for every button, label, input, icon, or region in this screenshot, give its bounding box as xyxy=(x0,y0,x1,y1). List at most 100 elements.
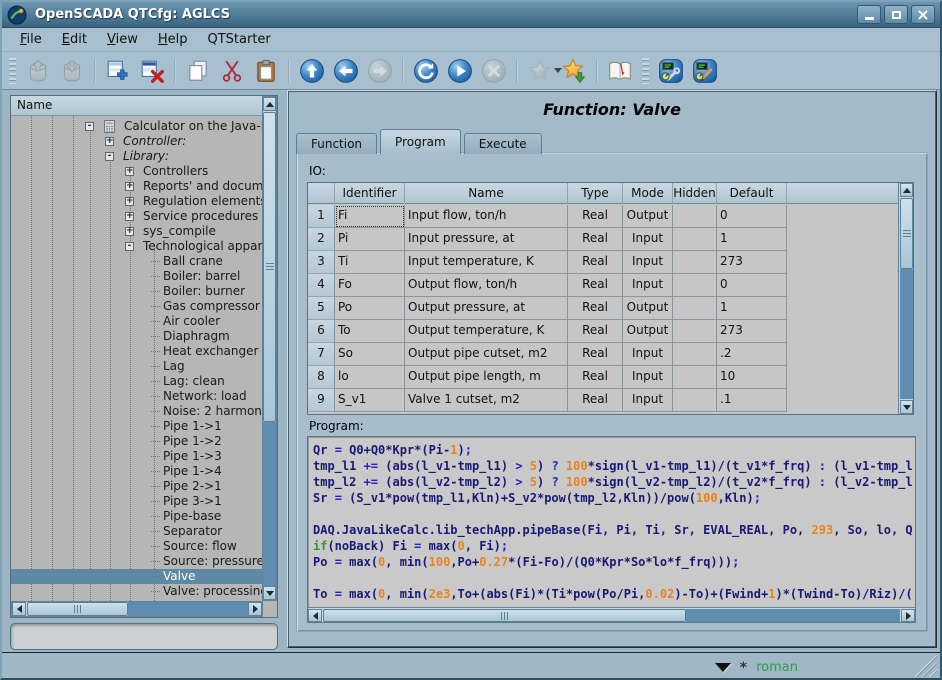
refresh-button[interactable] xyxy=(411,56,441,86)
program-horizontal-scrollbar[interactable] xyxy=(308,607,915,622)
cell-type[interactable]: Real xyxy=(568,366,623,389)
tree-item-pipe-2-1[interactable]: Pipe 2->1 xyxy=(11,479,262,494)
tree-item-controller[interactable]: +Controller: xyxy=(11,134,262,149)
tray-arrow-icon[interactable] xyxy=(715,663,731,672)
cell-default[interactable]: 273 xyxy=(717,251,787,274)
io-row-fi[interactable]: 1FiInput flow, ton/hRealOutput0 xyxy=(308,205,898,228)
close-button[interactable]: × xyxy=(911,5,935,24)
table-vertical-scrollbar[interactable] xyxy=(898,183,913,414)
expand-icon[interactable]: + xyxy=(105,137,114,146)
io-row-po[interactable]: 5PoOutput pressure, atRealOutput1 xyxy=(308,297,898,320)
tree-item-pipe-base[interactable]: Pipe-base xyxy=(11,509,262,524)
tree-item-technological-apparatus[interactable]: -Technological apparatus xyxy=(11,239,262,254)
cell-mode[interactable]: Input xyxy=(623,343,673,366)
cell-hidden[interactable] xyxy=(673,320,717,343)
tab-program[interactable]: Program xyxy=(380,129,461,154)
add-item-button[interactable] xyxy=(103,56,133,86)
io-table[interactable]: IdentifierNameTypeModeHiddenDefault 1FiI… xyxy=(307,182,914,415)
cell-hidden[interactable] xyxy=(673,366,717,389)
io-row-to[interactable]: 6ToOutput temperature, KRealOutput273 xyxy=(308,320,898,343)
cell-identifier[interactable]: Po xyxy=(335,297,405,320)
cell-mode[interactable]: Output xyxy=(623,297,673,320)
cell-mode[interactable]: Input xyxy=(623,251,673,274)
go-up-button[interactable] xyxy=(297,56,327,86)
io-row-fo[interactable]: 4FoOutput flow, ton/hRealInput0 xyxy=(308,274,898,297)
menu-item-edit[interactable]: Edit xyxy=(52,30,97,49)
expand-icon[interactable]: + xyxy=(125,182,134,191)
tab-function[interactable]: Function xyxy=(296,133,377,154)
cell-mode[interactable]: Input xyxy=(623,274,673,297)
tree-item-lag-clean[interactable]: Lag: clean xyxy=(11,374,262,389)
tree-item-reports-and-documents[interactable]: +Reports' and documents xyxy=(11,179,262,194)
cell-name[interactable]: Valve 1 cutset, m2 xyxy=(405,389,568,412)
io-row-s_v1[interactable]: 9S_v1Valve 1 cutset, m2RealInput.1 xyxy=(308,389,898,412)
menu-item-help[interactable]: Help xyxy=(148,30,198,49)
tab-execute[interactable]: Execute xyxy=(464,133,542,154)
tree-item-library[interactable]: -Library: xyxy=(11,149,262,164)
menu-item-file[interactable]: File xyxy=(10,30,52,49)
manual-button[interactable] xyxy=(605,56,635,86)
cell-hidden[interactable] xyxy=(673,274,717,297)
tree-horizontal-scrollbar[interactable] xyxy=(11,601,263,617)
cell-hidden[interactable] xyxy=(673,297,717,320)
scroll-left-button[interactable] xyxy=(308,609,322,622)
tree-item-regulation-elements[interactable]: +Regulation elements xyxy=(11,194,262,209)
collapse-icon[interactable]: - xyxy=(85,122,94,131)
tree-item-pipe-1-3[interactable]: Pipe 1->3 xyxy=(11,449,262,464)
cell-identifier[interactable]: S_v1 xyxy=(335,389,405,412)
cell-name[interactable]: Input pressure, at xyxy=(405,228,568,251)
tree-item-noise-2-harmonics[interactable]: Noise: 2 harmonics xyxy=(11,404,262,419)
cell-default[interactable]: 1 xyxy=(717,297,787,320)
collapse-icon[interactable]: - xyxy=(105,152,114,161)
cell-type[interactable]: Real xyxy=(568,297,623,320)
cell-hidden[interactable] xyxy=(673,205,717,228)
tree-item-valve[interactable]: Valve xyxy=(11,569,262,584)
tree-item-boiler-barrel[interactable]: Boiler: barrel xyxy=(11,269,262,284)
tree-item-pipe-1-4[interactable]: Pipe 1->4 xyxy=(11,464,262,479)
cell-name[interactable]: Output pipe length, m xyxy=(405,366,568,389)
cell-type[interactable]: Real xyxy=(568,251,623,274)
column-header-hidden[interactable]: Hidden xyxy=(673,183,717,204)
cell-identifier[interactable]: So xyxy=(335,343,405,366)
cell-name[interactable]: Input temperature, K xyxy=(405,251,568,274)
scroll-right-button[interactable] xyxy=(901,609,915,622)
tree-item-diaphragm[interactable]: Diaphragm xyxy=(11,329,262,344)
copy-item-button[interactable] xyxy=(183,56,213,86)
io-row-pi[interactable]: 2PiInput pressure, atRealInput1 xyxy=(308,228,898,251)
scroll-track[interactable] xyxy=(128,602,248,616)
toolbar-grip[interactable] xyxy=(9,58,16,84)
paste-item-button[interactable] xyxy=(251,56,281,86)
cell-name[interactable]: Output flow, ton/h xyxy=(405,274,568,297)
cell-type[interactable]: Real xyxy=(568,274,623,297)
scroll-thumb[interactable] xyxy=(323,609,686,622)
cell-type[interactable]: Real xyxy=(568,320,623,343)
scroll-up-button[interactable] xyxy=(900,183,913,197)
cell-type[interactable]: Real xyxy=(568,205,623,228)
scroll-down-button[interactable] xyxy=(263,586,276,600)
tree-item-source-pressure[interactable]: Source: pressure xyxy=(11,554,262,569)
current-user[interactable]: roman xyxy=(756,660,798,675)
menu-item-view[interactable]: View xyxy=(97,30,148,49)
program-editor[interactable]: Qr = Q0+Q0*Kpr*(Pi-1);tmp_l1 += (abs(l_v… xyxy=(307,436,916,623)
cell-mode[interactable]: Input xyxy=(623,389,673,412)
delete-item-button[interactable] xyxy=(137,56,167,86)
cell-default[interactable]: 0 xyxy=(717,274,787,297)
add-favorite-button[interactable] xyxy=(559,56,589,86)
cell-default[interactable]: .1 xyxy=(717,389,787,412)
cell-identifier[interactable]: Ti xyxy=(335,251,405,274)
cell-hidden[interactable] xyxy=(673,251,717,274)
title-bar[interactable]: OpenSCADA QTCfg: AGLCS × xyxy=(2,2,940,28)
cell-hidden[interactable] xyxy=(673,389,717,412)
scroll-thumb[interactable] xyxy=(900,198,913,269)
scroll-up-button[interactable] xyxy=(263,97,276,111)
tree-item-calculator-on-the-java-like[interactable]: -Calculator on the Java-like xyxy=(11,119,262,134)
cell-hidden[interactable] xyxy=(673,343,717,366)
menu-item-qtstarter[interactable]: QTStarter xyxy=(197,30,280,49)
expand-icon[interactable]: + xyxy=(125,227,134,236)
cell-mode[interactable]: Input xyxy=(623,366,673,389)
tree-view[interactable]: -Calculator on the Java-like+Controller:… xyxy=(11,116,262,601)
cell-name[interactable]: Input flow, ton/h xyxy=(405,205,568,228)
scroll-track[interactable] xyxy=(686,609,900,622)
scroll-track[interactable] xyxy=(263,422,276,586)
vision-starter-button[interactable] xyxy=(690,56,720,86)
